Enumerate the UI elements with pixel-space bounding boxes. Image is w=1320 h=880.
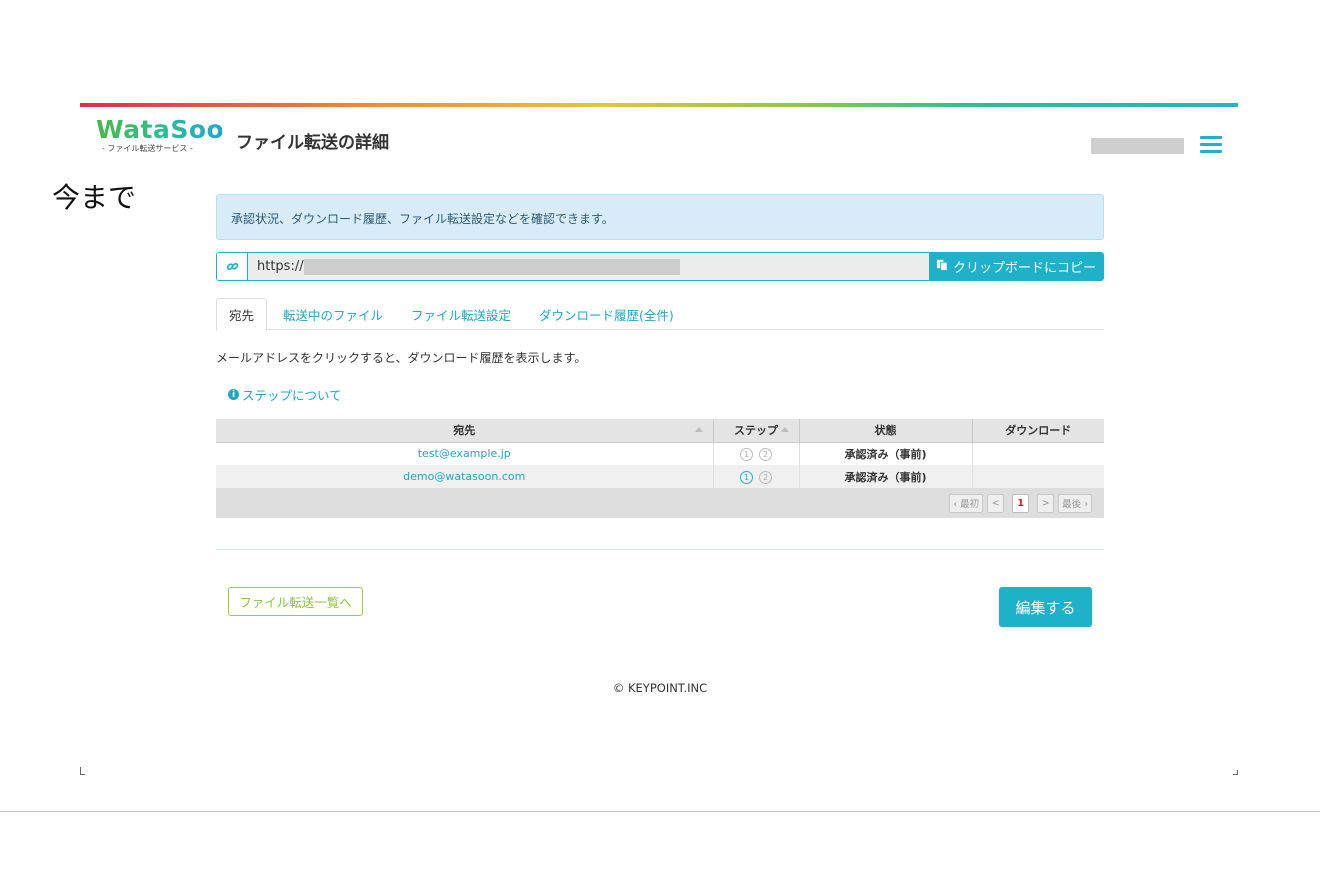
tab-recipients[interactable]: 宛先 [216, 298, 268, 331]
sort-asc-icon [780, 427, 789, 432]
edit-button[interactable]: 編集する [999, 587, 1092, 627]
info-alert-text: 承認状況、ダウンロード履歴、ファイル転送設定などを確認できます。 [231, 212, 614, 226]
status-cell: 承認済み（事前) [799, 442, 973, 465]
recipient-email-link[interactable]: demo@watasoon.com [403, 470, 525, 483]
url-input-group: https:// クリップボードにコピー [216, 252, 1104, 281]
pagination-next-button[interactable]: > [1037, 493, 1055, 513]
frame-bottom-line [0, 811, 1320, 812]
link-icon [217, 253, 248, 280]
info-icon: i [228, 389, 239, 400]
pagination-first-button[interactable]: ‹ 最初 [949, 493, 984, 513]
tab-transfer-settings[interactable]: ファイル転送設定 [399, 298, 523, 330]
logo-text: WataSoon [96, 115, 243, 144]
footer-copyright: © KEYPOINT.INC [612, 681, 708, 695]
step-2-icon: 2 [759, 447, 772, 461]
step-info-label: ステップについて [242, 388, 342, 403]
sort-asc-icon [694, 427, 703, 432]
section-divider [216, 549, 1104, 550]
back-to-list-button[interactable]: ファイル転送一覧へ [228, 587, 363, 616]
status-cell: 承認済み（事前) [799, 465, 973, 488]
copy-button-label: クリップボードにコピー [952, 261, 1096, 276]
url-field[interactable]: https:// [248, 253, 929, 280]
logo[interactable]: WataSoon - ファイル転送サービス - [96, 115, 243, 154]
pagination-last-button[interactable]: 最後 › [1058, 493, 1092, 513]
column-header-recipient[interactable]: 宛先 [216, 419, 714, 443]
column-header-step[interactable]: ステップ [713, 419, 800, 443]
tab-download-history[interactable]: ダウンロード履歴(全件) [527, 298, 686, 330]
user-name-redacted [1091, 138, 1184, 154]
page-title: ファイル転送の詳細 [236, 133, 389, 153]
download-cell [972, 465, 1104, 488]
info-alert: 承認状況、ダウンロード履歴、ファイル転送設定などを確認できます。 [216, 194, 1104, 240]
tab-bar: 宛先 転送中のファイル ファイル転送設定 ダウンロード履歴(全件) [216, 298, 1104, 331]
recipient-email-link[interactable]: test@example.jp [418, 447, 511, 460]
tab-transferring-files[interactable]: 転送中のファイル [271, 298, 395, 330]
table-row: demo@watasoon.com 12 承認済み（事前) [216, 465, 1104, 488]
clipboard-icon [936, 258, 949, 275]
table-row: test@example.jp 12 承認済み（事前) [216, 442, 1104, 465]
pagination-page-1[interactable]: 1 [1012, 493, 1030, 513]
recipients-table: 宛先 ステップ 状態 ダウンロード test@example.jp 12 承認済… [216, 419, 1104, 518]
header-gradient-bar [80, 103, 1238, 107]
step-1-icon: 1 [740, 470, 753, 484]
pagination: ‹ 最初 < 1 > 最後 › [216, 488, 1104, 518]
hamburger-menu-icon[interactable] [1200, 136, 1222, 154]
column-header-download: ダウンロード [972, 419, 1104, 443]
hint-text: メールアドレスをクリックすると、ダウンロード履歴を表示します。 [216, 351, 587, 365]
column-header-status: 状態 [799, 419, 973, 443]
pagination-prev-button[interactable]: < [987, 493, 1005, 513]
frame-corner-mark [80, 767, 85, 775]
step-info-link[interactable]: i ステップについて [228, 385, 342, 404]
frame-corner-mark [1233, 770, 1238, 775]
url-prefix: https:// [257, 259, 304, 274]
annotation-label: 今まで [52, 181, 137, 214]
step-2-icon: 2 [759, 470, 772, 484]
url-redacted [303, 258, 680, 275]
copy-to-clipboard-button[interactable]: クリップボードにコピー [929, 253, 1103, 280]
step-1-icon: 1 [740, 447, 753, 461]
logo-subtitle: - ファイル転送サービス - [102, 144, 193, 153]
download-cell [972, 442, 1104, 465]
